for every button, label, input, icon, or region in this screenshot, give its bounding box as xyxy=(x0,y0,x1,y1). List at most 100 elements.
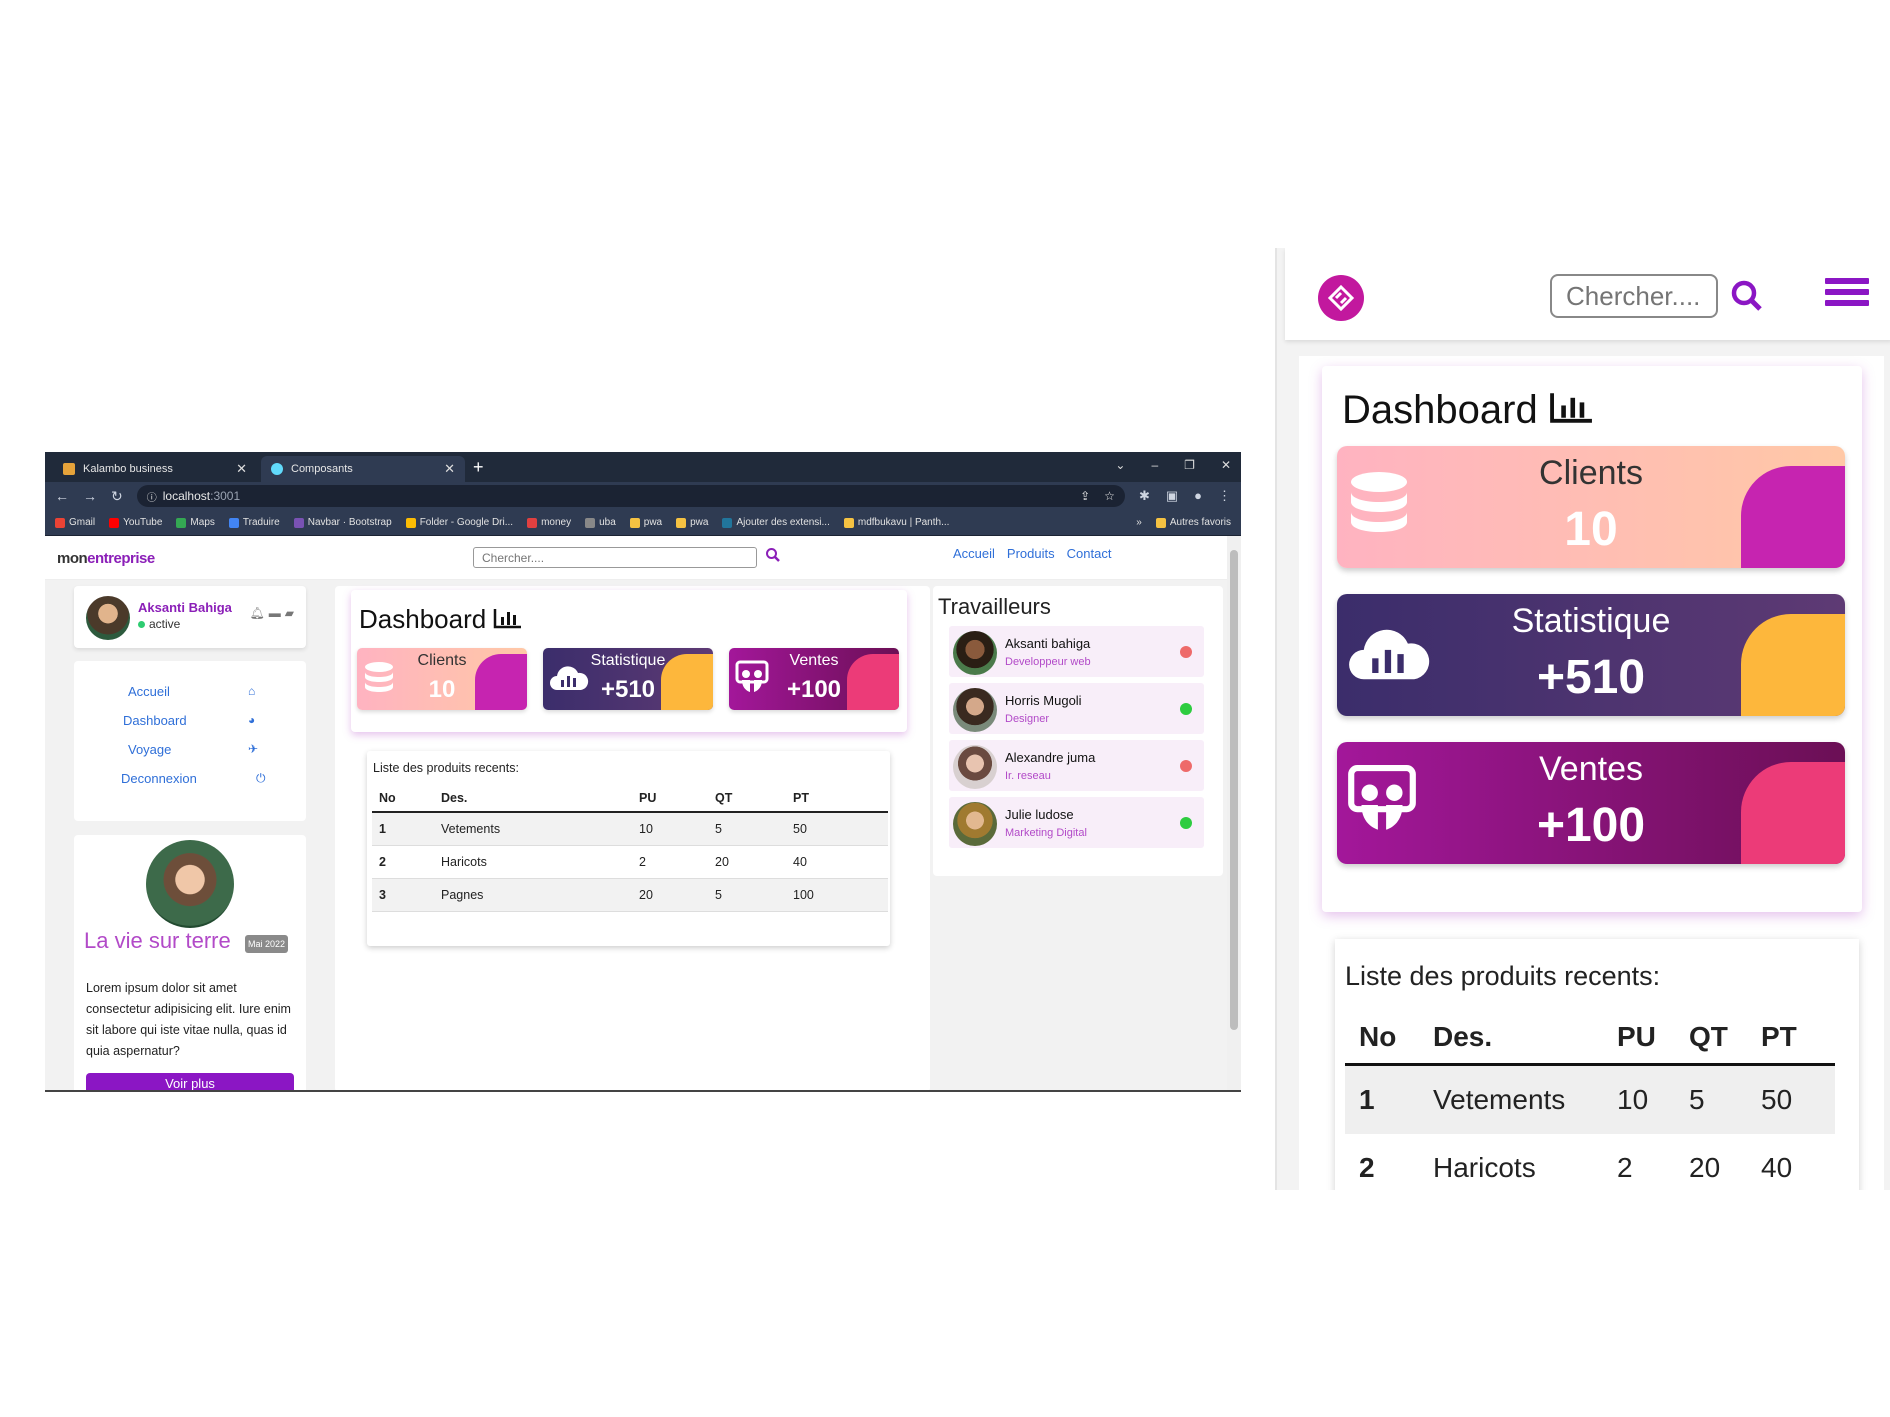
bookmark-item[interactable]: YouTube xyxy=(109,517,162,528)
bookmark-item[interactable]: pwa xyxy=(676,517,708,528)
extensions-icon[interactable]: ✱ xyxy=(1139,488,1150,504)
scrollbar-thumb[interactable] xyxy=(1230,550,1238,1030)
close-window-button[interactable]: ✕ xyxy=(1221,458,1231,472)
bookmarks-overflow-button[interactable]: » xyxy=(1136,517,1142,528)
url-port: :3001 xyxy=(210,489,241,503)
stat-card-ventes[interactable]: Ventes +100 xyxy=(729,648,899,710)
bookmark-item[interactable]: Ajouter des extensi... xyxy=(722,517,830,528)
stat-card-clients[interactable]: Clients 10 xyxy=(1337,446,1845,568)
tab-strip: Kalambo business ✕ Composants ✕ + ⌄ – ❐ … xyxy=(45,452,1241,482)
stat-accent xyxy=(661,654,713,710)
bookmark-item[interactable]: Maps xyxy=(176,517,215,528)
avatar xyxy=(953,802,997,846)
avatar xyxy=(953,688,997,732)
blog-text: Lorem ipsum dolor sit amet consectetur a… xyxy=(86,981,291,1058)
search-icon[interactable] xyxy=(765,547,781,563)
mobile-products-table: No Des. PU QT PT 1 Vetements 10 5 50 2 Harico… xyxy=(1345,1011,1835,1190)
bookmark-item[interactable]: Gmail xyxy=(55,517,95,528)
avatar xyxy=(953,631,997,675)
worker-item[interactable]: Julie ludose Marketing Digital xyxy=(949,797,1204,848)
bookmark-favicon-icon xyxy=(629,517,640,528)
workers-title: Travailleurs xyxy=(938,594,1051,619)
worker-name: Horris Mugoli xyxy=(1005,693,1082,708)
url-field[interactable]: ⓘ localhost:3001 ⇪ ☆ xyxy=(136,485,1125,507)
bookmark-item[interactable]: uba xyxy=(585,517,616,528)
power-icon: ⏻ xyxy=(256,771,266,785)
mobile-search-input[interactable] xyxy=(1550,274,1718,318)
forward-icon[interactable]: → xyxy=(83,488,97,504)
back-icon[interactable]: ← xyxy=(55,488,69,504)
bookmark-item[interactable]: pwa xyxy=(629,517,662,528)
stat-card-clients[interactable]: Clients 10 xyxy=(357,648,527,710)
mobile-navbar xyxy=(1285,248,1890,340)
bookmark-item[interactable]: Navbar · Bootstrap xyxy=(293,517,392,528)
table-row: 3 Pagnes 20 5 100 xyxy=(372,878,888,912)
nav-links: Accueil Produits Contact xyxy=(953,546,1111,561)
table-row: 2 Haricots 2 20 40 xyxy=(372,845,888,879)
tab-kalambo[interactable]: Kalambo business ✕ xyxy=(53,456,257,482)
bookmark-item[interactable]: Traduire xyxy=(228,517,280,528)
stat-accent xyxy=(1741,614,1845,716)
worker-item[interactable]: Aksanti bahiga Developpeur web xyxy=(949,626,1204,677)
sidepanel-icon[interactable]: ▣ xyxy=(1166,488,1178,504)
col-header: PT xyxy=(786,785,888,813)
address-bar-row: ← → ↻ ⓘ localhost:3001 ⇪ ☆ ✱ ▣ ● ⋮ xyxy=(45,482,1241,510)
search-input[interactable] xyxy=(473,547,757,568)
dashboard-title: Dashboard xyxy=(359,604,523,635)
briefcase-icon[interactable]: ▬ xyxy=(269,606,281,620)
stat-card-ventes[interactable]: Ventes +100 xyxy=(1337,742,1845,864)
reload-icon[interactable]: ↻ xyxy=(111,488,123,505)
stat-card-statistique[interactable]: Statistique +510 xyxy=(543,648,713,710)
other-bookmarks-folder[interactable]: Autres favoris xyxy=(1155,517,1231,528)
site-brand[interactable]: monentreprise xyxy=(57,550,155,567)
folder-icon[interactable]: ▰ xyxy=(285,606,294,620)
tab-close-icon[interactable]: ✕ xyxy=(444,461,455,477)
worker-item[interactable]: Alexandre juma Ir. reseau xyxy=(949,740,1204,791)
worker-role: Marketing Digital xyxy=(1005,827,1087,839)
share-icon[interactable]: ⇪ xyxy=(1080,489,1090,503)
worker-role: Ir. reseau xyxy=(1005,770,1051,782)
profile-name: Aksanti Bahiga xyxy=(138,600,232,615)
bookmark-favicon-icon xyxy=(405,517,416,528)
stat-accent xyxy=(847,654,899,710)
nav-link-contact[interactable]: Contact xyxy=(1067,546,1112,561)
bookmark-favicon-icon xyxy=(585,517,596,528)
star-icon[interactable]: ☆ xyxy=(1104,489,1115,503)
page-scrollbar[interactable] xyxy=(1227,536,1241,1090)
brand-logo-icon[interactable] xyxy=(1318,275,1364,321)
table-row: 2 Haricots 2 20 40 xyxy=(1359,1152,1793,1183)
menu-dots-icon[interactable]: ⋮ xyxy=(1218,488,1231,504)
workers-card: Travailleurs Aksanti bahiga Developpeur … xyxy=(933,586,1223,876)
blog-photo xyxy=(146,840,234,928)
blog-card: La vie sur terre Mai 2022 Lorem ipsum do… xyxy=(74,835,306,1090)
tab-composants[interactable]: Composants ✕ xyxy=(261,456,465,482)
profile-icon[interactable]: ● xyxy=(1194,488,1202,504)
tab-favicon xyxy=(63,463,75,475)
read-more-button[interactable]: Voir plus xyxy=(86,1073,294,1090)
bookmark-favicon-icon xyxy=(109,517,120,528)
hamburger-menu-icon[interactable] xyxy=(1825,278,1869,311)
search-icon[interactable] xyxy=(1729,278,1765,314)
minimize-button[interactable]: – xyxy=(1151,458,1158,472)
tab-label: Kalambo business xyxy=(83,463,173,475)
new-tab-button[interactable]: + xyxy=(473,457,484,478)
worker-item[interactable]: Horris Mugoli Designer xyxy=(949,683,1204,734)
tab-close-icon[interactable]: ✕ xyxy=(236,461,247,477)
stat-card-statistique[interactable]: Statistique +510 xyxy=(1337,594,1845,716)
bookmark-item[interactable]: Folder - Google Dri... xyxy=(405,517,513,528)
nav-link-produits[interactable]: Produits xyxy=(1007,546,1055,561)
bar-chart-icon xyxy=(1549,393,1592,423)
main-panel: Dashboard Clients 10 Statistique +510 Ve… xyxy=(335,586,930,1090)
bell-icon[interactable]: 🔔︎ xyxy=(250,606,265,620)
home-icon: ⌂ xyxy=(248,684,256,698)
stat-accent xyxy=(1741,762,1845,864)
bookmark-item[interactable]: mdfbukavu | Panth... xyxy=(843,517,949,528)
bookmark-favicon-icon xyxy=(293,517,304,528)
restore-button[interactable]: ❐ xyxy=(1184,458,1195,472)
status-indicator xyxy=(1180,703,1192,715)
nav-link-accueil[interactable]: Accueil xyxy=(953,546,995,561)
bookmark-item[interactable]: money xyxy=(527,517,571,528)
col-header: No xyxy=(1345,1011,1419,1066)
mobile-content: Dashboard Clients 10 Statistique +510 Ve… xyxy=(1299,356,1884,1190)
chevron-down-icon[interactable]: ⌄ xyxy=(1115,458,1125,472)
